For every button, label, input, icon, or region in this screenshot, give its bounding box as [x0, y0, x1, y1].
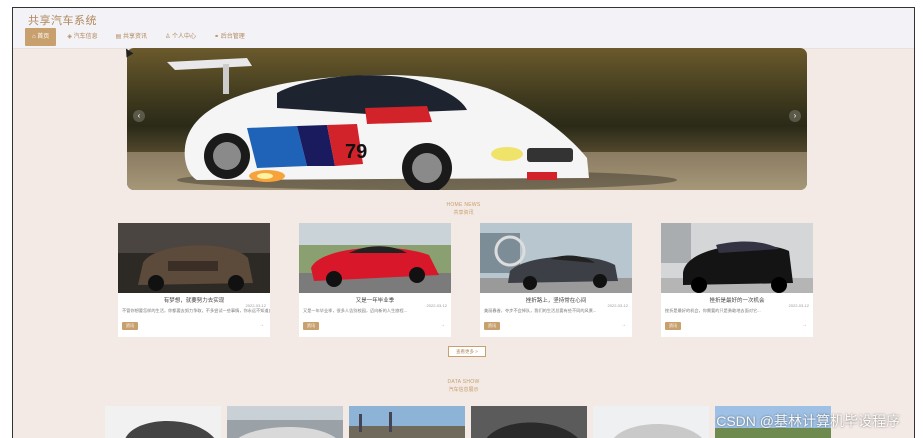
site-title: 共享汽车系统 [28, 15, 97, 27]
arrow-right-icon: → [802, 322, 807, 328]
carousel-next-button[interactable]: › [789, 110, 801, 122]
browser-viewport: 共享汽车系统 ⌂ 首页 ◈ 汽车信息 ▤ 共享资讯 ♙ 个人中心 ⚭ 后台管理 [12, 7, 915, 438]
news-date: 2022-03-12 [245, 303, 266, 308]
news-tag: 资讯 [303, 322, 319, 330]
news-desc: 美丽春香，夺步不会掉队，我们的生活总要有些不同的风景... [484, 308, 597, 313]
news-icon: ▤ [115, 34, 122, 40]
news-date: 2022-03-12 [426, 303, 447, 308]
arrow-right-icon: → [259, 322, 264, 328]
hero-carousel[interactable]: 79 ‹ › [127, 48, 807, 190]
news-card[interactable]: 挫折路上，坚持常在心间 2022-03-12 美丽春香，夺步不会掉队，我们的生活… [480, 223, 632, 337]
news-title: 又是一年毕业季 [355, 298, 395, 304]
news-tag: 资讯 [484, 322, 500, 330]
data-section-heading: DATA SHOW 汽车信息展示 [13, 379, 914, 393]
chevron-right-icon: › [793, 111, 797, 120]
news-title: 挫折路上，坚持常在心间 [525, 298, 587, 304]
news-card[interactable]: 又是一年毕业季 2022-03-12 又是一年毕业季，很多人告别校园，迈向新的人… [299, 223, 451, 337]
news-image [118, 223, 270, 293]
news-card-list: 有梦想，就要努力去实现 2022-03-12 不管你想要怎样的生活，你都要去努力… [118, 223, 813, 337]
nav-item-cars[interactable]: ◈ 汽车信息 [60, 28, 104, 46]
nav-label: 个人中心 [172, 34, 197, 40]
nav-item-home[interactable]: ⌂ 首页 [25, 28, 57, 46]
news-image [661, 223, 813, 293]
news-title: 有梦想，就要努力去实现 [163, 298, 225, 304]
car-thumbnail[interactable] [227, 406, 343, 438]
news-title: 挫折是最好的一次机会 [709, 298, 765, 304]
car-thumbnail[interactable] [105, 406, 221, 438]
news-card[interactable]: 挫折是最好的一次机会 2022-03-12 挫折是最好的机会，你需要的只是勇敢地… [661, 223, 813, 337]
news-date: 2022-03-12 [607, 303, 628, 308]
car-icon: ◈ [67, 34, 72, 40]
link-icon: ⚭ [214, 34, 220, 40]
user-icon: ♙ [164, 34, 171, 40]
news-date: 2022-03-12 [788, 303, 809, 308]
nav-item-admin[interactable]: ⚭ 后台管理 [207, 28, 252, 46]
news-desc: 不管你想要怎样的生活，你都要去努力争取，不多尝试一些事情，你永远不知道自己有多大… [122, 308, 270, 313]
news-desc: 又是一年毕业季，很多人告别校园，迈向新的人生旅程... [303, 308, 407, 313]
data-section-title-en: DATA SHOW [447, 379, 480, 385]
news-card[interactable]: 有梦想，就要努力去实现 2022-03-12 不管你想要怎样的生活，你都要去努力… [118, 223, 270, 337]
nav-item-news[interactable]: ▤ 共享资讯 [109, 28, 154, 46]
news-desc: 挫折是最好的机会，你需要的只是勇敢地去面对它... [665, 308, 761, 313]
data-section-title-cn: 汽车信息展示 [448, 387, 479, 393]
race-car-image: 79 [167, 58, 677, 190]
watermark-text: CSDN @基林计算机毕设程序 [716, 413, 900, 429]
news-section-title-cn: 共享资讯 [453, 210, 474, 216]
car-thumbnail[interactable] [349, 406, 465, 438]
main-nav: ⌂ 首页 ◈ 汽车信息 ▤ 共享资讯 ♙ 个人中心 ⚭ 后台管理 [25, 28, 252, 46]
car-thumbnail[interactable] [593, 406, 709, 438]
news-image [299, 223, 451, 293]
chevron-left-icon: ‹ [137, 111, 141, 120]
arrow-right-icon: → [440, 322, 445, 328]
nav-label: 首页 [37, 34, 50, 40]
nav-item-profile[interactable]: ♙ 个人中心 [158, 28, 203, 46]
news-section-title-en: HOME NEWS [446, 202, 481, 208]
news-tag: 资讯 [122, 322, 138, 330]
car-thumbnail[interactable] [471, 406, 587, 438]
arrow-right-icon: → [621, 322, 626, 328]
home-icon: ⌂ [32, 34, 36, 40]
nav-label: 共享资讯 [122, 34, 147, 40]
news-image [480, 223, 632, 293]
carousel-prev-button[interactable]: ‹ [133, 110, 145, 122]
nav-label: 汽车信息 [73, 34, 98, 40]
nav-label: 后台管理 [220, 34, 245, 40]
site-header: 共享汽车系统 ⌂ 首页 ◈ 汽车信息 ▤ 共享资讯 ♙ 个人中心 ⚭ 后台管理 [13, 8, 914, 49]
news-section-heading: HOME NEWS 共享资讯 [13, 202, 914, 216]
view-more-button[interactable]: 查看更多 > [448, 346, 486, 357]
news-tag: 资讯 [665, 322, 681, 330]
svg-text:79: 79 [345, 141, 367, 163]
